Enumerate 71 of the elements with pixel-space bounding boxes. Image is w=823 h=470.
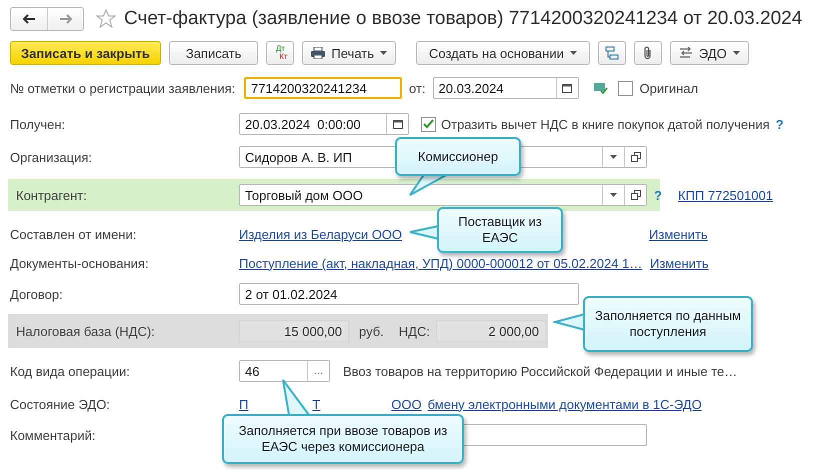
open-button[interactable] [624, 185, 646, 205]
counterparty-field[interactable]: Торговый дом ООО [239, 184, 647, 206]
select-button[interactable]: ... [307, 361, 329, 381]
registration-number-field[interactable]: 7714200320241234 [244, 77, 402, 99]
field-label: Документы-основания: [9, 256, 150, 270]
calendar-icon [392, 119, 402, 129]
change-link[interactable]: Изменить [649, 226, 708, 242]
print-button[interactable]: Печать [302, 41, 396, 65]
supplier-link[interactable]: Изделия из Беларуси ООО [239, 226, 402, 242]
star-icon[interactable] [96, 9, 116, 29]
structure-button[interactable] [598, 41, 626, 65]
calendar-button[interactable] [556, 78, 578, 98]
callout-tooltip: Комиссионер [395, 137, 521, 176]
change-link[interactable]: Изменить [650, 256, 709, 270]
operation-description: Ввоз товаров на территорию Российской Федерации и иные те… [343, 364, 738, 378]
printer-icon [311, 47, 326, 59]
field-label: Составлен от имени: [9, 226, 138, 242]
create-based-on-button[interactable]: Создать на основании [416, 41, 590, 65]
edo-status-link[interactable]: Т [312, 396, 320, 412]
forward-arrow-icon [58, 14, 72, 24]
date-field[interactable]: 20.03.2024 [432, 77, 579, 99]
open-icon [630, 152, 640, 162]
paperclip-icon [642, 46, 653, 60]
checkbox[interactable] [421, 116, 436, 132]
vat-label: НДС: [398, 324, 430, 338]
checkbox[interactable] [618, 80, 633, 96]
field-label: Получен: [9, 116, 66, 132]
back-arrow-icon [22, 14, 36, 24]
field-label: от: [409, 80, 426, 96]
contract-field[interactable]: 2 от 01.02.2024 [239, 283, 579, 305]
field-label: Организация: [9, 150, 94, 164]
callout-tooltip: Заполняется по данным поступления [583, 296, 753, 352]
field-label: Налоговая база (НДС): [15, 324, 156, 338]
operation-code-field[interactable]: 46 ... [239, 360, 330, 382]
kpp-link[interactable]: КПП 772501001 [678, 188, 773, 202]
callout-tooltip: Поставщик из ЕАЭС [437, 207, 563, 253]
edo-status-link[interactable]: бмену электронными документами в 1С-ЭДО [428, 396, 702, 412]
hierarchy-icon [604, 46, 619, 60]
caret-icon [610, 155, 617, 159]
caret-icon [380, 51, 387, 55]
caret-icon [732, 51, 740, 55]
field-label: Состояние ЭДО: [9, 396, 111, 412]
document-exchange-icon [678, 47, 693, 59]
edo-button[interactable]: ЭДО [670, 41, 749, 65]
help-link[interactable]: ? [776, 116, 784, 132]
callout-tooltip: Заполняется при ввозе товаров из ЕАЭС через комиссионера [222, 414, 464, 464]
field-label: Договор: [9, 286, 64, 302]
field-label: Контрагент: [15, 188, 88, 202]
checkbox-label: Оригинал [640, 80, 698, 96]
posting-button[interactable]: Дт Кт [266, 41, 294, 65]
open-button[interactable] [624, 147, 646, 167]
edo-status-link[interactable]: П [239, 396, 248, 412]
attach-button[interactable] [634, 41, 662, 65]
edo-status-link[interactable]: ООО [391, 396, 422, 412]
open-icon [630, 190, 640, 200]
tax-base-value: 15 000,00 [239, 320, 349, 342]
received-date-field[interactable]: 20.03.2024 0:00:00 [239, 113, 409, 135]
document-check-icon [594, 82, 608, 94]
save-button[interactable]: Записать [168, 41, 258, 65]
calendar-icon [562, 83, 572, 93]
save-close-button[interactable]: Записать и закрыть [10, 41, 161, 65]
field-label: № отметки о регистрации заявления: [9, 80, 236, 96]
window-title: Счет-фактура (заявление о ввозе товаров) 7714200320241234 от 20.03.2024 [124, 8, 802, 30]
caret-icon [570, 51, 577, 55]
vat-value: 2 000,00 [436, 320, 546, 342]
currency-label: руб. [359, 324, 384, 338]
calendar-button[interactable] [386, 114, 408, 134]
caret-icon [610, 193, 617, 197]
field-label: Код вида операции: [9, 364, 131, 378]
field-label: Комментарий: [9, 428, 96, 442]
checkbox-label: Отразить вычет НДС в книге покупок датой получения [441, 116, 770, 132]
